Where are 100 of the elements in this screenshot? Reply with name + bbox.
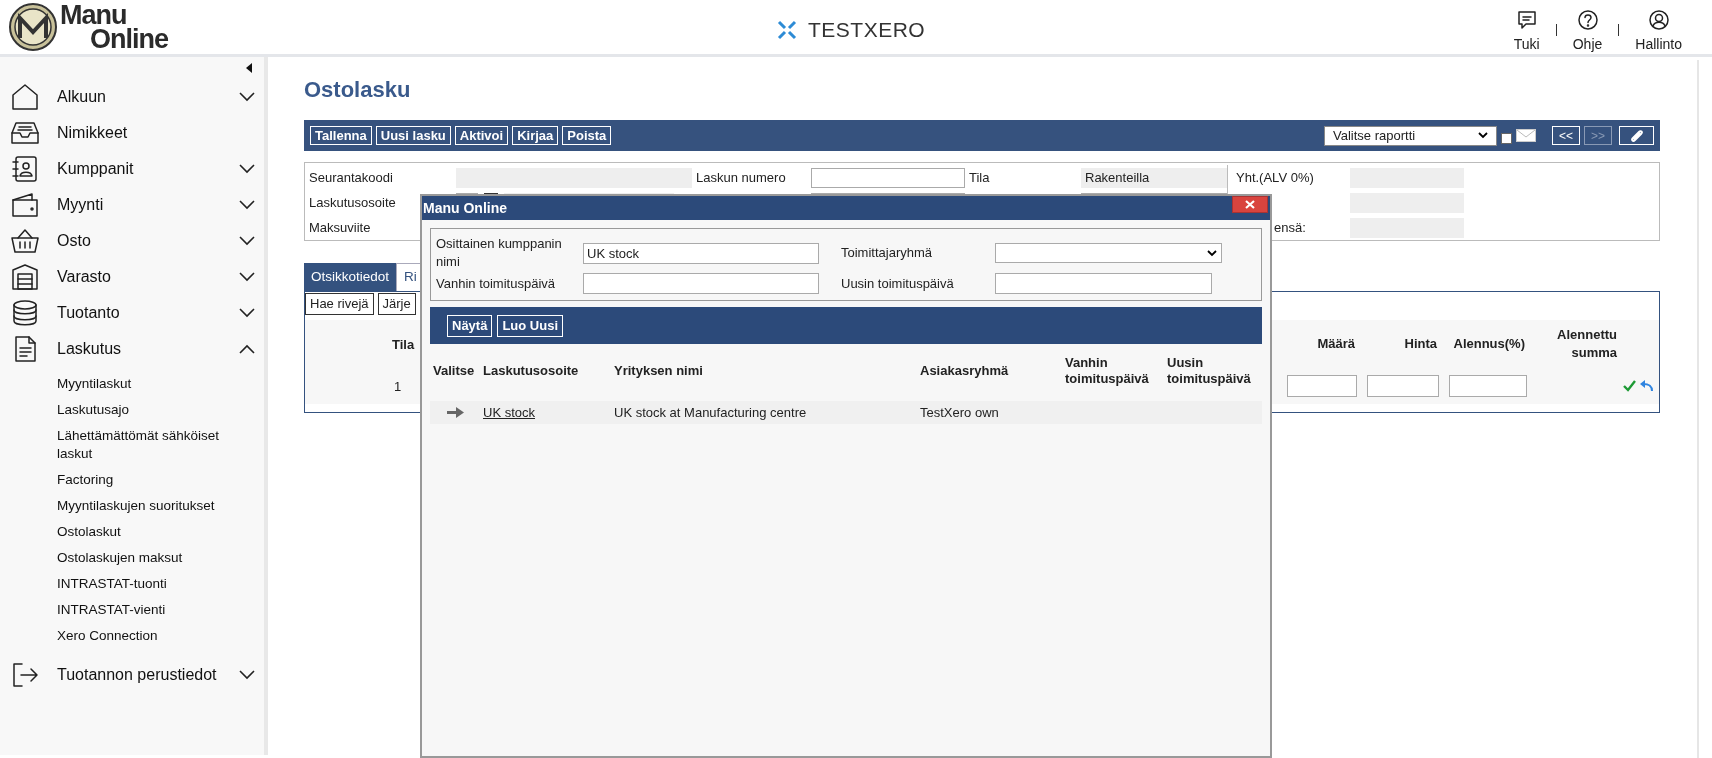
nav-item[interactable]: Varasto [57,265,111,289]
filter-label: Osittainen kumppanin nimi [436,235,563,271]
dialog-title: Manu Online [422,198,507,218]
user-icon [1647,9,1670,31]
nav-subitem[interactable]: Myyntilaskujen suoritukset [57,493,244,519]
warehouse-icon [10,262,40,292]
report-select[interactable]: Valitse raportti [1324,125,1497,146]
input-field[interactable]: UK stock [583,242,819,264]
basket-icon [10,226,40,256]
toolbar-button[interactable]: Poista [562,126,612,145]
field-label: Maksuviite [309,219,371,235]
nav-subitem[interactable]: Ostolaskujen maksut [57,545,244,571]
chat-icon [1515,9,1538,31]
column-header: Laskutusosoite [482,363,580,379]
nav-item[interactable]: Tuotannon perustiedot [57,663,217,687]
input-field[interactable] [811,167,965,188]
field-label: ensä: [1273,219,1306,235]
email-checkbox[interactable] [1501,133,1512,144]
input-field[interactable] [1287,375,1357,397]
nav-item[interactable]: Kumppanit [57,157,134,181]
field-label: Laskun numero [696,169,786,185]
select-field[interactable] [995,243,1222,263]
nav-item[interactable]: Nimikkeet [57,121,128,145]
check-icon[interactable] [1623,380,1636,392]
attach-button[interactable] [1619,126,1654,145]
filter-label: Toimittajaryhmä [840,244,934,262]
column-header: Vanhin toimituspäivä [1064,355,1150,387]
dialog-button[interactable]: Näytä [447,314,493,337]
undo-icon[interactable] [1640,380,1653,392]
address-link[interactable]: UK stock [483,404,535,420]
nav-item[interactable]: Laskutus [57,337,122,361]
field-label: Seurantakoodi [309,169,393,185]
close-button[interactable] [1232,196,1268,213]
toolbar-button[interactable]: Kirjaa [512,126,559,145]
header-link[interactable]: Ohje [1572,9,1603,55]
toolbar-button[interactable]: Aktivoi [454,126,509,145]
lines-button[interactable]: Järje [377,293,416,315]
field-label: Yht.(ALV 0%) [1236,169,1314,185]
nav-subitem[interactable]: Myyntilaskut [57,371,244,397]
readonly-field: Rakenteilla [1081,167,1227,188]
nav-subitem[interactable]: Ostolaskut [57,519,244,545]
chevron-up-icon[interactable] [238,343,256,355]
caret-icon [1478,132,1488,139]
chevron-down-icon[interactable] [238,307,256,319]
column-header: Asiakasryhmä [919,363,1010,379]
caret-icon [1207,249,1217,257]
column-header: Yrityksen nimi [613,363,704,379]
collapse-caret-icon[interactable] [245,63,253,73]
header-link[interactable]: Hallinto [1635,9,1682,55]
help-icon [1576,9,1599,31]
nav-subitem[interactable]: INTRASTAT-tuonti [57,571,244,597]
chevron-down-icon[interactable] [238,271,256,283]
database-icon [10,298,40,328]
exit-arrow-icon [10,660,40,690]
column-header: Alennettu summa [1556,326,1618,362]
column-header: Tila [392,337,415,352]
column-header: Määrä [1316,335,1356,353]
input-field[interactable] [1449,375,1527,397]
field-label: Tila [969,169,990,185]
table-cell-text: TestXero own [919,403,1000,422]
chevron-down-icon[interactable] [238,199,256,211]
right-arrow-icon[interactable] [447,407,464,418]
nav-subitem[interactable]: Factoring [57,467,244,493]
nav-item[interactable]: Alkuun [57,85,106,109]
home-icon [10,82,40,112]
page-title: Ostolasku [304,76,412,104]
input-field[interactable] [995,273,1212,294]
nav-subitem[interactable]: Laskutusajo [57,397,244,423]
nav-item[interactable]: Tuotanto [57,301,120,325]
toolbar-button[interactable]: Tallenna [310,126,372,145]
nav-item[interactable]: Myynti [57,193,104,217]
chevron-down-icon[interactable] [238,669,256,681]
toolbar-button[interactable]: Uusi lasku [375,126,451,145]
nav-subitem[interactable]: Xero Connection [57,623,244,649]
chevron-down-icon[interactable] [238,235,256,247]
column-header: Hinta [1403,335,1438,353]
table-cell: 1 [394,379,402,394]
field-label: Laskutusosoite [309,194,396,210]
chevron-down-icon[interactable] [238,163,256,175]
nav-item[interactable]: Osto [57,229,91,253]
input-field[interactable] [1367,375,1439,397]
logo-icon [8,2,58,52]
column-header: Uusin toimituspäivä [1166,355,1252,387]
logo-text: Manu [60,3,127,27]
contact-book-icon [10,154,40,184]
tab[interactable]: Otsikkotiedot [304,263,397,291]
cross-logo-icon [776,18,798,41]
dialog-button[interactable]: Luo Uusi [497,314,564,337]
nav-button[interactable]: << [1552,126,1580,145]
nav-subitem[interactable]: Lähettämättömät sähköiset laskut [57,423,244,467]
input-field[interactable] [583,273,819,294]
filter-label: Vanhin toimituspäivä [436,274,556,293]
nav-subitem[interactable]: INTRASTAT-vienti [57,597,244,623]
table-cell-text: UK stock at Manufacturing centre [613,403,808,422]
logo-text: Online [89,27,168,51]
chevron-down-icon[interactable] [238,91,256,103]
filter-label: Uusin toimituspäivä [840,274,955,293]
header-link[interactable]: Tuki [1513,9,1540,55]
lines-button[interactable]: Hae rivejä [305,293,374,315]
brand-name: TESTXERO [808,17,926,43]
